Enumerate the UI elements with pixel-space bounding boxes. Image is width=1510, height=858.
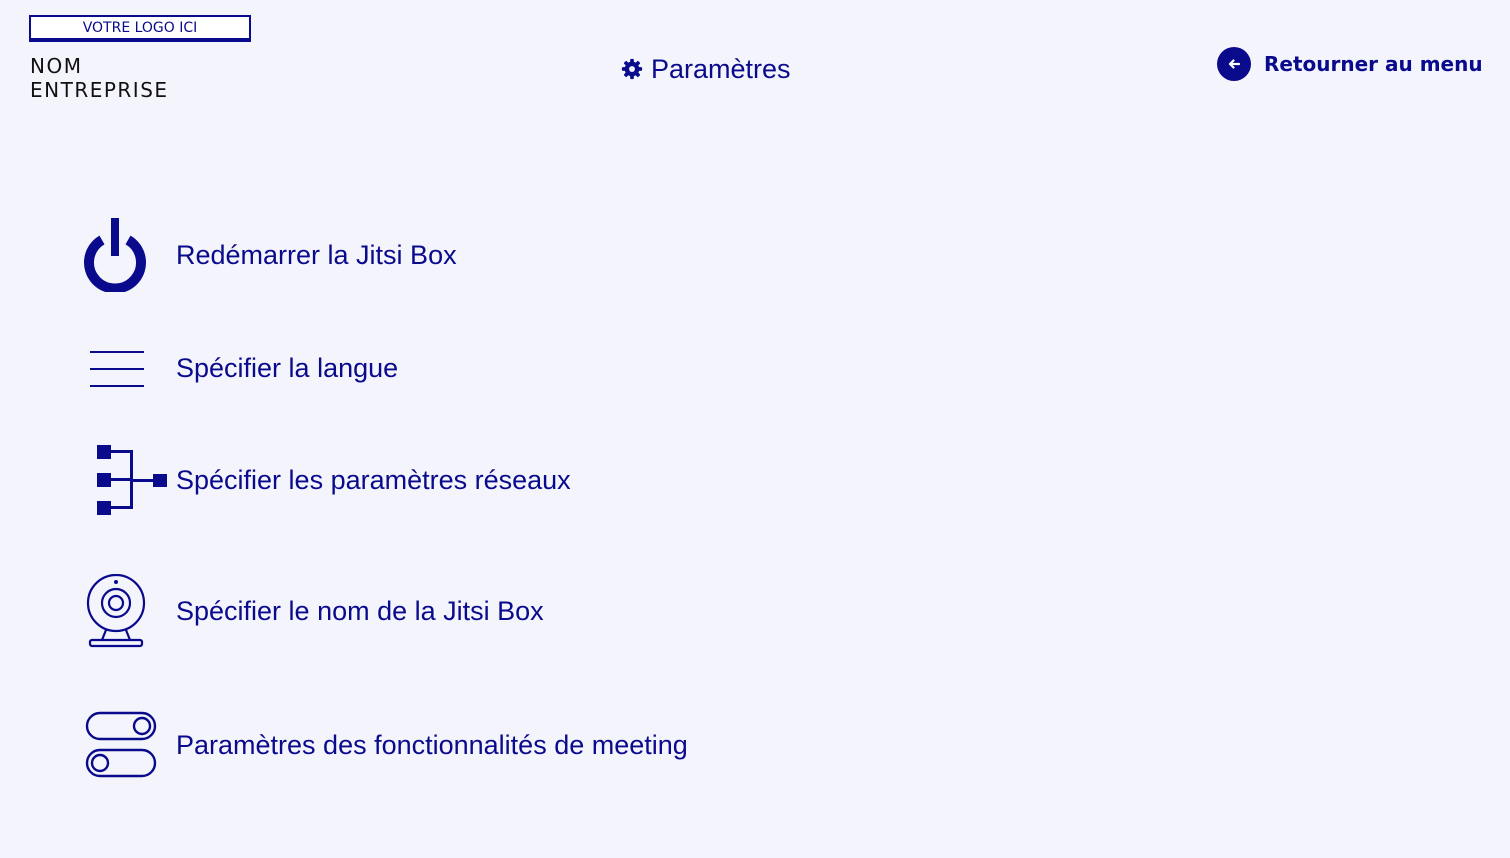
menu-item-language[interactable]: Spécifier la langue	[80, 344, 760, 392]
company-name-line2: ENTREPRISE	[30, 78, 169, 102]
page-title-text: Paramètres	[651, 53, 791, 84]
network-icon	[80, 442, 176, 518]
menu-item-restart[interactable]: Redémarrer la Jitsi Box	[80, 218, 760, 292]
menu-item-box-name[interactable]: Spécifier le nom de la Jitsi Box	[80, 574, 760, 648]
company-name: NOM ENTREPRISE	[30, 54, 169, 102]
menu-item-label: Spécifier les paramètres réseaux	[176, 464, 571, 495]
toggles-icon	[80, 710, 176, 780]
logo-text: VOTRE LOGO ICI	[82, 19, 198, 36]
menu-item-meeting-features[interactable]: Paramètres des fonctionnalités de meetin…	[80, 710, 760, 780]
arrow-left-icon	[1217, 47, 1251, 81]
lines-icon	[80, 344, 176, 392]
gear-icon	[621, 58, 643, 80]
back-to-menu-button[interactable]: Retourner au menu	[1217, 46, 1483, 82]
menu-item-network[interactable]: Spécifier les paramètres réseaux	[80, 442, 760, 518]
logo-placeholder: VOTRE LOGO ICI	[29, 15, 251, 42]
menu-item-label: Paramètres des fonctionnalités de meetin…	[176, 729, 688, 760]
page-title: Paramètres	[621, 52, 791, 86]
menu-item-label: Spécifier le nom de la Jitsi Box	[176, 595, 544, 626]
webcam-icon	[80, 574, 176, 648]
company-name-line1: NOM	[30, 54, 83, 78]
back-to-menu-label: Retourner au menu	[1264, 52, 1483, 76]
menu-item-label: Redémarrer la Jitsi Box	[176, 239, 457, 270]
power-icon	[80, 218, 176, 292]
menu-item-label: Spécifier la langue	[176, 352, 399, 383]
